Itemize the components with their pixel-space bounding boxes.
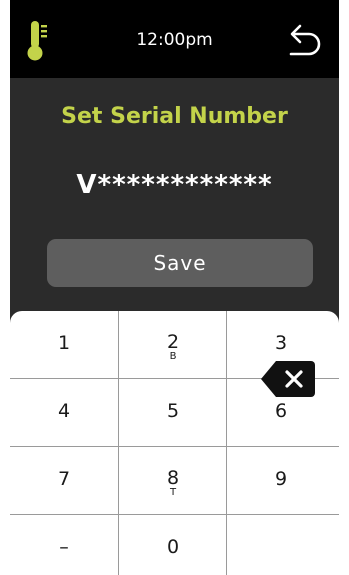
key-digit: 1 <box>57 332 71 354</box>
key-4[interactable]: 4 <box>10 379 118 446</box>
key-8[interactable]: 8 T <box>119 447 227 514</box>
page-title: Set Serial Number <box>61 104 288 129</box>
key-digit: 0 <box>166 536 180 558</box>
key-digit: 9 <box>274 468 288 490</box>
key-1[interactable]: 1 <box>10 311 118 378</box>
key-digit: 3 <box>274 332 288 354</box>
key-5[interactable]: 5 <box>119 379 227 446</box>
save-button[interactable]: Save <box>47 239 313 287</box>
key-7[interactable]: 7 <box>10 447 118 514</box>
key-2[interactable]: 2 B <box>119 311 227 378</box>
back-arrow-icon[interactable] <box>283 22 325 58</box>
status-bar: 12:00pm <box>10 0 339 78</box>
backspace-icon[interactable] <box>261 361 315 397</box>
key-digit: 4 <box>57 400 71 422</box>
key-digit: 7 <box>57 468 71 490</box>
key-dash[interactable]: – <box>10 515 118 575</box>
key-letter: B <box>169 351 177 362</box>
key-digit: 5 <box>166 400 180 422</box>
key-9[interactable]: 9 <box>227 447 335 514</box>
key-digit: 8 <box>166 467 180 489</box>
device-screen: 12:00pm Set Serial Number V************ … <box>10 0 339 575</box>
key-digit: 2 <box>166 331 180 353</box>
numeric-keypad: 1 2 B 3 4 5 6 7 8 T 9 – 0 <box>10 311 339 575</box>
key-digit: – <box>59 536 69 558</box>
key-letter: T <box>169 487 177 498</box>
serial-number-field: V************ <box>76 170 273 200</box>
key-0[interactable]: 0 <box>119 515 227 575</box>
